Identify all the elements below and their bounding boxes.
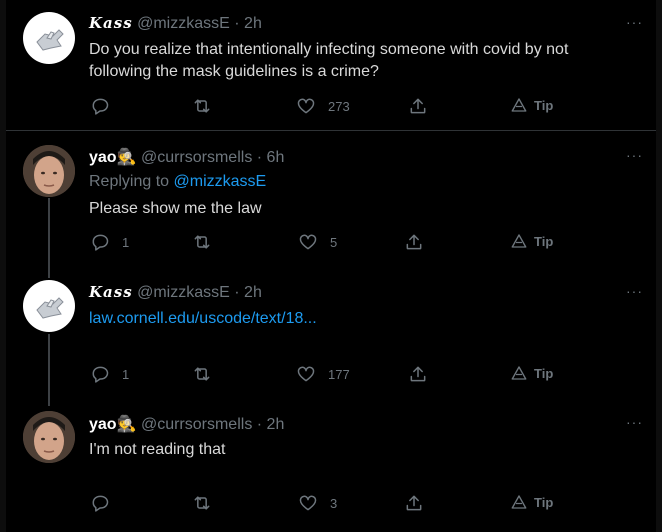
retweet-icon [194,496,210,510]
timestamp[interactable]: 2h [267,416,285,433]
retweet-button[interactable] [192,493,212,513]
tweet-card[interactable]: yao🕵 @currsorsmells · 6h ··· Replying to… [0,131,662,271]
tweet-header: Kass @mizzkassE · 2h [89,14,262,33]
like-count: 273 [328,98,350,114]
separator: · [256,416,263,433]
retweet-button[interactable] [192,232,212,252]
more-options-icon[interactable]: ··· [626,283,643,299]
reply-button[interactable]: 1 [90,232,129,252]
share-icon [406,495,422,511]
tip-button[interactable]: Tip [510,364,553,382]
tweet-header: yao🕵 @currsorsmells · 6h [89,147,284,167]
heart-icon [299,234,317,250]
like-button[interactable]: 3 [298,493,337,513]
timestamp[interactable]: 2h [244,284,262,301]
reply-icon [92,495,109,512]
author-handle[interactable]: @mizzkassE [137,284,230,301]
tweet-link[interactable]: law.cornell.edu/uscode/text/18... [89,308,629,330]
reply-count: 1 [122,366,130,382]
tip-button[interactable]: Tip [510,96,553,114]
more-options-icon[interactable]: ··· [626,147,643,163]
timestamp[interactable]: 2h [244,15,262,32]
tweet-card[interactable]: Kass @mizzkassE · 2h ··· Do you realize … [0,0,662,130]
author-name[interactable]: Kass [89,14,133,32]
author-name[interactable]: Kass [89,283,133,301]
tweet-header: yao🕵 @currsorsmells · 2h [89,414,284,434]
share-icon [406,234,422,250]
tip-icon [511,366,527,380]
author-handle[interactable]: @currsorsmells [141,416,252,433]
reply-button[interactable] [90,493,122,513]
like-count: 3 [330,495,338,511]
tip-icon [511,98,527,112]
action-bar: 1 5 Tip [0,232,662,254]
like-button[interactable]: 177 [296,364,350,384]
tip-button[interactable]: Tip [510,493,553,511]
heart-icon [297,98,315,114]
share-button[interactable] [404,232,424,252]
author-name[interactable]: yao [89,416,117,433]
retweet-icon [194,367,210,381]
tip-icon [511,234,527,248]
avatar[interactable] [23,12,75,64]
like-button[interactable]: 273 [296,96,350,116]
avatar[interactable] [23,411,75,463]
tip-label: Tip [534,494,554,510]
tweet-card[interactable]: Kass @mizzkassE · 2h ··· law.cornell.edu… [0,272,662,404]
separator: · [256,149,263,166]
spy-emoji: 🕵 [116,416,137,433]
author-handle[interactable]: @mizzkassE [137,15,230,32]
retweet-icon [194,235,210,249]
replying-to-handle[interactable]: @mizzkassE [174,173,267,190]
tweet-text: Do you realize that intentionally infect… [89,41,569,80]
share-icon [410,366,426,382]
share-icon [410,98,426,114]
avatar[interactable] [23,145,75,197]
like-count: 177 [328,366,350,382]
replying-to: Replying to @mizzkassE [89,173,266,191]
like-button[interactable]: 5 [298,232,337,252]
heart-icon [297,366,315,382]
reply-count: 1 [122,234,130,250]
tip-button[interactable]: Tip [510,232,553,250]
author-handle[interactable]: @currsorsmells [141,149,252,166]
share-button[interactable] [408,96,428,116]
timestamp[interactable]: 6h [267,149,285,166]
replying-prefix: Replying to [89,173,170,190]
more-options-icon[interactable]: ··· [626,414,643,430]
tweet-card[interactable]: yao🕵 @currsorsmells · 2h ··· I'm not rea… [0,405,662,532]
tweet-text: I'm not reading that [89,441,226,458]
retweet-icon [194,99,210,113]
share-button[interactable] [408,364,428,384]
share-button[interactable] [404,493,424,513]
like-count: 5 [330,234,338,250]
separator: · [234,284,240,301]
tweet-text: Please show me the law [89,200,262,217]
retweet-button[interactable] [192,96,212,116]
tweet-header: Kass @mizzkassE · 2h [89,283,262,302]
reply-button[interactable] [90,96,122,116]
tip-label: Tip [534,97,554,113]
tip-icon [511,495,527,509]
author-name[interactable]: yao [89,149,117,166]
tip-label: Tip [534,233,554,249]
reply-icon [92,98,109,115]
tip-label: Tip [534,365,554,381]
avatar[interactable] [23,280,75,332]
separator: · [234,15,240,32]
reply-icon [92,234,109,251]
heart-icon [299,495,317,511]
reply-button[interactable]: 1 [90,364,129,384]
action-bar: 273 Tip [0,96,662,118]
retweet-button[interactable] [192,364,212,384]
action-bar: 3 Tip [0,493,662,515]
action-bar: 1 177 Tip [0,364,662,386]
reply-icon [92,366,109,383]
spy-emoji: 🕵 [116,149,137,166]
more-options-icon[interactable]: ··· [626,14,643,30]
